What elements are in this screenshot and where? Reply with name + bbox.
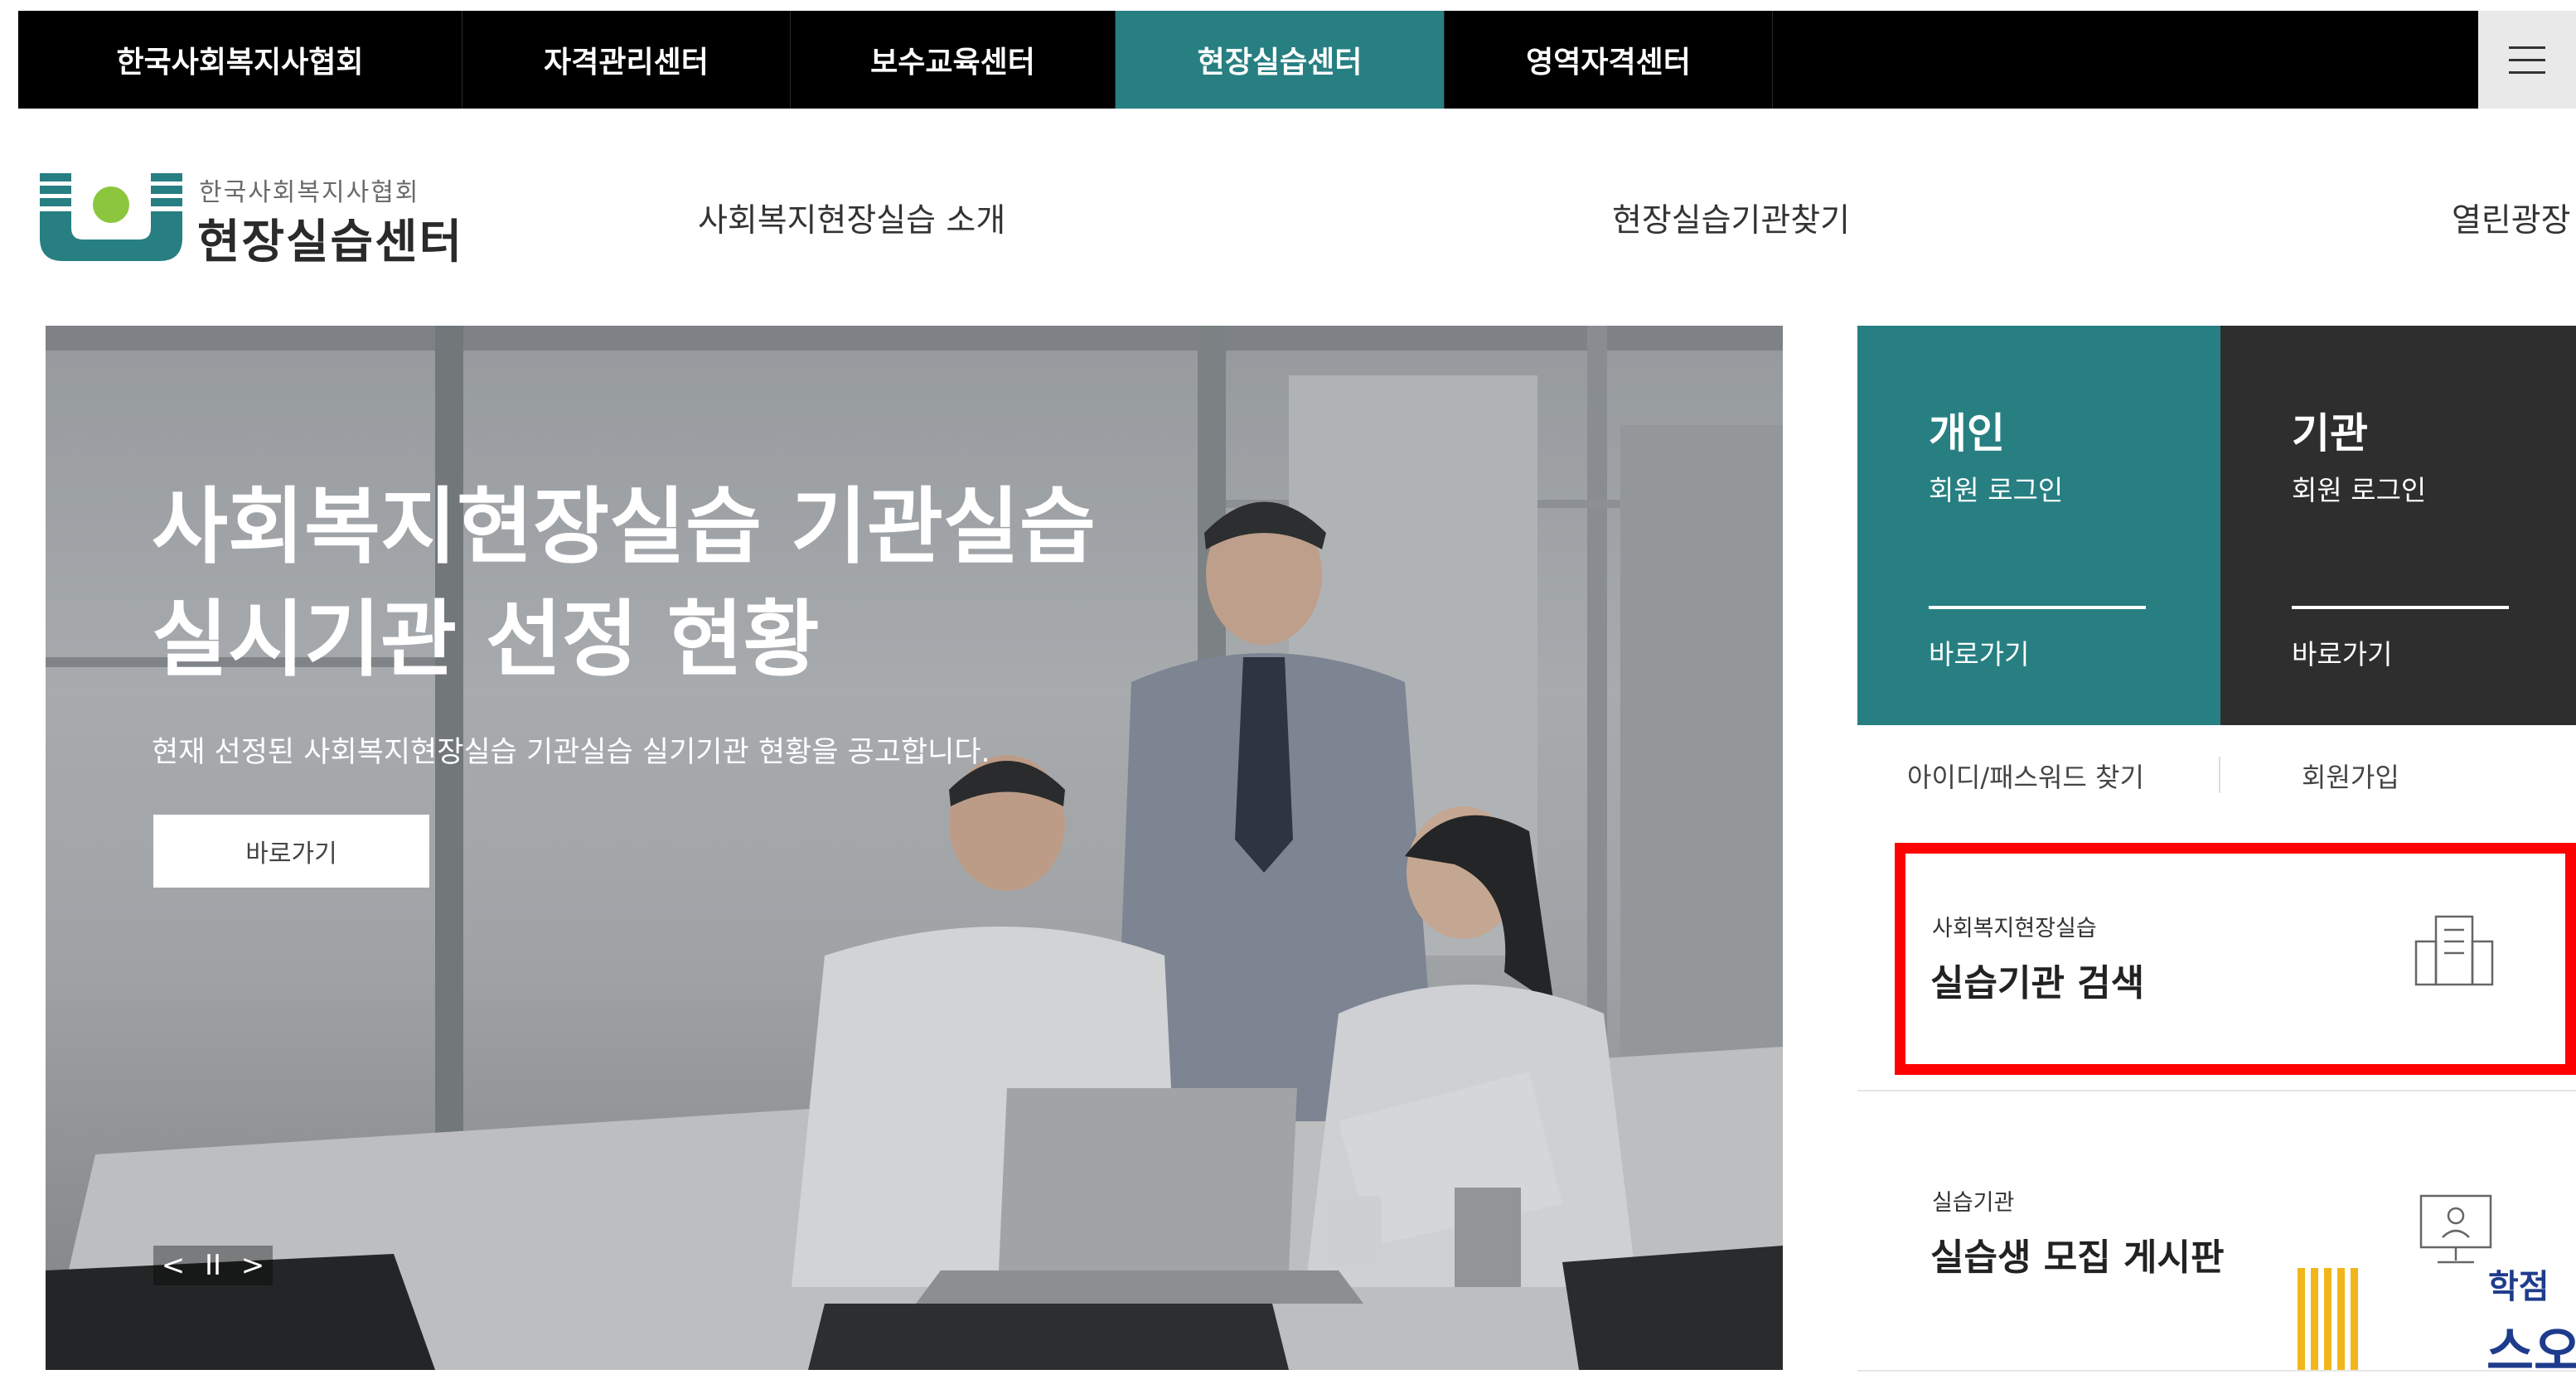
individual-login-link[interactable]: 바로가기: [1929, 632, 2029, 672]
institution-login-subtitle: 회원 로그인: [2292, 474, 2427, 506]
gnb-find-institution[interactable]: 현장실습기관찾기: [1612, 195, 1850, 241]
hero-title-line1: 사회복지현장실습 기관실습: [152, 478, 1096, 575]
gnb-open-square[interactable]: 열린광장: [2452, 195, 2571, 241]
next-slide-icon[interactable]: >: [233, 1246, 273, 1285]
corner-logo: 학점 스오: [2296, 1260, 2576, 1382]
institution-login-link[interactable]: 바로가기: [2292, 632, 2392, 672]
sign-up-link[interactable]: 회원가입: [2302, 757, 2399, 795]
account-links: 아이디/패스워드 찾기 회원가입: [1857, 725, 2576, 822]
corner-logo-line1: 학점: [2488, 1268, 2549, 1306]
individual-login-panel[interactable]: 개인 회원 로그인 바로가기: [1857, 326, 2220, 725]
hamburger-icon[interactable]: [2478, 11, 2576, 109]
individual-login-title: 개인: [1929, 409, 2005, 457]
logo-mark-icon: [40, 173, 182, 261]
hero-title: 사회복지현장실습 기관실습 실시기관 선정 현황: [152, 471, 1096, 696]
institution-login-panel[interactable]: 기관 회원 로그인 바로가기: [2220, 326, 2576, 725]
hero-title-line2: 실시기관 선정 현황: [152, 591, 820, 688]
tab-education-center[interactable]: 보수교육센터: [791, 11, 1116, 109]
pause-slide-icon[interactable]: II: [193, 1246, 233, 1285]
tab-qualification-center[interactable]: 자격관리센터: [462, 11, 791, 109]
tab-field-qualification-center[interactable]: 영역자격센터: [1445, 11, 1773, 109]
site-logo[interactable]: 한국사회복지사협회 현장실습센터: [40, 170, 504, 269]
logo-title: 현장실습센터: [197, 215, 464, 269]
hero-shortcut-button[interactable]: 바로가기: [153, 815, 429, 888]
hero-banner[interactable]: 사회복지현장실습 기관실습 실시기관 선정 현황 현재 선정된 사회복지현장실습…: [46, 326, 1783, 1370]
hero-description: 현재 선정된 사회복지현장실습 기관실습 실기기관 현황을 공고합니다.: [152, 736, 990, 769]
slider-controls: < II >: [153, 1246, 273, 1285]
find-id-password-link[interactable]: 아이디/패스워드 찾기: [1907, 757, 2144, 795]
corner-logo-line2: 스오: [2486, 1321, 2576, 1382]
corner-logo-mark-icon: [2298, 1268, 2358, 1370]
highlight-box: [1895, 843, 2576, 1075]
top-bar: 한국사회복지사협회 자격관리센터 보수교육센터 현장실습센터 영역자격센터: [18, 11, 2576, 109]
divider: [2292, 606, 2509, 609]
institution-login-title: 기관: [2292, 409, 2368, 457]
tab-practicum-center[interactable]: 현장실습센터: [1116, 11, 1445, 109]
prev-slide-icon[interactable]: <: [153, 1246, 193, 1285]
card-subtitle: 실습기관: [1932, 1190, 2015, 1216]
link-separator: [2219, 757, 2220, 793]
tab-kasw[interactable]: 한국사회복지사협회: [18, 11, 462, 109]
divider: [1929, 606, 2146, 609]
gnb-practicum-intro[interactable]: 사회복지현장실습 소개: [698, 195, 1005, 241]
individual-login-subtitle: 회원 로그인: [1929, 474, 2064, 506]
top-nav: 한국사회복지사협회 자격관리센터 보수교육센터 현장실습센터 영역자격센터: [18, 11, 1773, 109]
logo-subtitle: 한국사회복지사협회: [199, 178, 420, 207]
card-title: 실습생 모집 게시판: [1930, 1236, 2225, 1279]
